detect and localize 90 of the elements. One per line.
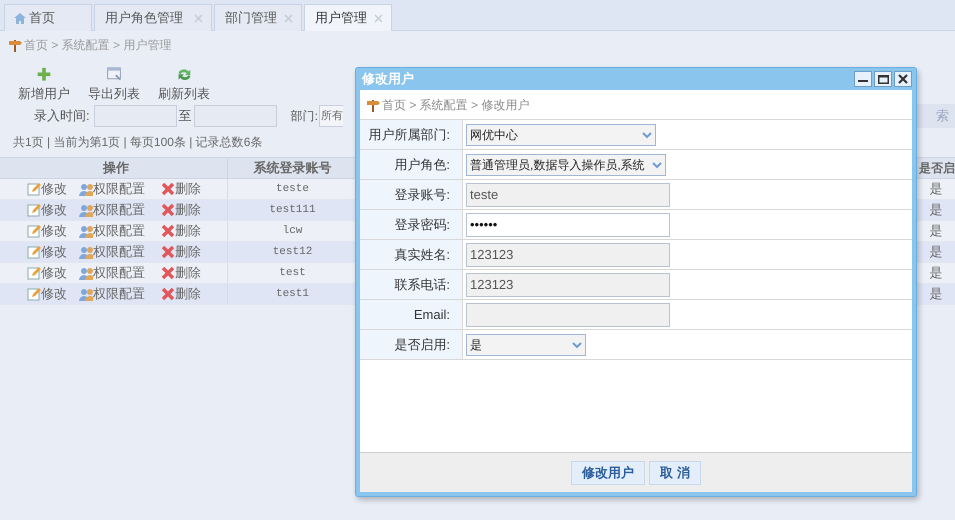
action-link[interactable]: 修改 [27, 242, 67, 262]
users-icon [79, 182, 93, 196]
edit-icon [27, 287, 41, 301]
edit-icon [27, 245, 41, 259]
close-button[interactable] [894, 71, 912, 87]
users-icon [79, 266, 93, 280]
input-field[interactable]: •••••• [466, 212, 670, 236]
action-link[interactable]: 权限配置 [79, 242, 145, 262]
cross-icon [161, 224, 175, 238]
action-link[interactable]: 修改 [27, 200, 67, 220]
minimize-button[interactable] [854, 71, 872, 87]
action-link[interactable]: 修改 [27, 284, 67, 304]
date-to-field[interactable] [194, 105, 277, 127]
signpost-icon [8, 38, 22, 52]
filter-label: 录入时间: [34, 107, 90, 126]
field-label: 联系电话: [360, 270, 463, 299]
breadcrumb: 首页 > 系统配置 > 修改用户 [382, 96, 530, 114]
cross-icon [161, 287, 175, 301]
field-label: Email: [360, 300, 463, 329]
table-cell-text: 是 [928, 264, 944, 282]
table-cell-text: 是 [928, 201, 944, 220]
action-link[interactable]: 删除 [161, 284, 201, 304]
field-label: 是否启用: [360, 330, 463, 359]
field-label: 用户所属部门: [360, 120, 463, 149]
table-cell-text: 是 [928, 222, 944, 240]
refresh-icon [176, 67, 192, 82]
action-link[interactable]: 权限配置 [79, 221, 145, 241]
action-link[interactable]: 修改 [27, 221, 67, 241]
pagination-info: 共1页 | 当前为第1页 | 每页100条 | 记录总数6条 [13, 135, 262, 149]
action-link[interactable]: 删除 [161, 200, 201, 220]
table-cell-text: 是 [928, 285, 944, 304]
dialog-title: 修改用户 [360, 70, 415, 88]
users-icon [79, 245, 93, 259]
close-icon [898, 74, 908, 84]
table-cell-text: 是 [928, 180, 944, 198]
filter-label: 至 [178, 107, 192, 126]
tab[interactable]: 用户管理 [304, 4, 392, 31]
home-icon [13, 12, 27, 24]
select-field[interactable]: 是 [466, 334, 586, 356]
action-link[interactable]: 修改 [27, 263, 67, 283]
action-link[interactable]: 修改 [27, 179, 67, 199]
maximize-button[interactable] [874, 71, 892, 87]
edit-icon [27, 203, 41, 217]
column-header[interactable]: 是否启 [917, 158, 955, 178]
tab[interactable]: 部门管理 [214, 4, 302, 31]
edit-icon [27, 182, 41, 196]
field-label: 登录密码: [360, 210, 463, 239]
cross-icon [161, 203, 175, 217]
input-field[interactable]: teste [466, 182, 670, 206]
column-header[interactable]: 操作 [5, 158, 228, 178]
table-cell-text: 是 [928, 243, 944, 262]
input-field[interactable]: 123123 [466, 242, 670, 266]
maximize-icon [878, 74, 888, 84]
action-link[interactable]: 删除 [161, 263, 201, 283]
action-link[interactable]: 删除 [161, 221, 201, 241]
action-link[interactable]: 权限配置 [79, 284, 145, 304]
toolbar-button[interactable]: 新增用户 [18, 67, 70, 103]
select-field[interactable]: 网优中心 [466, 124, 656, 146]
action-link[interactable]: 权限配置 [79, 179, 145, 199]
users-icon [79, 224, 93, 238]
field-label: 登录账号: [360, 180, 463, 209]
department-select[interactable]: 所有 [318, 105, 343, 127]
field-label: 真实姓名: [360, 240, 463, 269]
cross-icon [161, 266, 175, 280]
tab[interactable]: 首页 [4, 4, 92, 31]
window-icon [106, 67, 122, 82]
field-label: 用户角色: [360, 150, 463, 179]
dialog-button[interactable]: 修改用户 [571, 460, 646, 484]
users-icon [79, 203, 93, 217]
toolbar-button[interactable]: 刷新列表 [158, 67, 210, 103]
action-link[interactable]: 权限配置 [79, 263, 145, 283]
input-field[interactable]: 123123 [466, 272, 670, 296]
filter-label: 部门: [290, 108, 318, 125]
input-field[interactable] [466, 302, 670, 326]
users-icon [79, 287, 93, 301]
date-from-field[interactable] [94, 105, 177, 127]
action-link[interactable]: 删除 [161, 242, 201, 262]
cross-icon [161, 182, 175, 196]
toolbar-button[interactable]: 导出列表 [88, 67, 140, 103]
plus-icon [36, 67, 52, 82]
tab[interactable]: 用户角色管理 [94, 4, 212, 31]
select-field[interactable]: 普通管理员,数据导入操作员,系统 [466, 154, 666, 176]
action-link[interactable]: 删除 [161, 179, 201, 199]
edit-icon [27, 224, 41, 238]
signpost-icon [366, 98, 380, 112]
breadcrumb: 首页 > 系统配置 > 用户管理 [24, 37, 172, 54]
action-link[interactable]: 权限配置 [79, 200, 145, 220]
cross-icon [161, 245, 175, 259]
dialog-button[interactable]: 取 消 [649, 460, 701, 484]
edit-icon [27, 266, 41, 280]
